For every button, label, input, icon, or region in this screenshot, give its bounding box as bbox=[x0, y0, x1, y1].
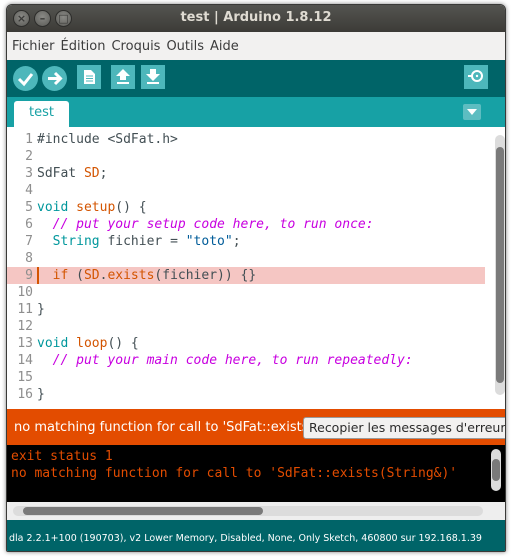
line-number: 14 bbox=[17, 353, 33, 368]
window-title: test | Arduino 1.8.12 bbox=[180, 10, 332, 25]
code-line[interactable]: 12 bbox=[7, 318, 485, 335]
verify-button[interactable] bbox=[13, 66, 38, 91]
tabs-bar: test bbox=[7, 97, 505, 127]
code-text: } bbox=[37, 387, 45, 402]
chevron-down-icon bbox=[467, 109, 477, 115]
code-line-error[interactable]: 9 if (SD.exists(fichier)) {} bbox=[7, 267, 485, 284]
code-text: #include <SdFat.h> bbox=[37, 132, 178, 147]
code-line[interactable]: 8 bbox=[7, 250, 485, 267]
code-line[interactable]: 13 void loop() { bbox=[7, 335, 485, 352]
new-sketch-button[interactable] bbox=[77, 65, 101, 89]
serial-monitor-icon bbox=[468, 70, 483, 82]
save-icon bbox=[146, 69, 160, 84]
code-text: if (SD.exists(fichier)) {} bbox=[52, 268, 257, 283]
console-vertical-scrollbar[interactable] bbox=[491, 449, 501, 491]
code-editor[interactable]: 1 #include <SdFat.h> 2 3 SdFat SD; 4 5 void set… bbox=[7, 127, 505, 409]
save-sketch-button[interactable] bbox=[141, 65, 165, 89]
code-text: String fichier = "toto"; bbox=[52, 234, 241, 249]
menu-fichier[interactable]: Fichier bbox=[12, 39, 55, 54]
code-text: SdFat SD; bbox=[37, 166, 108, 181]
line-number: 9 bbox=[25, 268, 33, 283]
line-number: 7 bbox=[25, 234, 33, 249]
code-line[interactable]: 10 bbox=[7, 284, 485, 301]
console-line: no matching function for call to 'SdFat:… bbox=[11, 466, 458, 481]
code-line[interactable]: 2 bbox=[7, 148, 485, 165]
code-text: } bbox=[37, 302, 45, 317]
line-number: 11 bbox=[17, 302, 33, 317]
tab-menu-button[interactable] bbox=[463, 104, 481, 120]
line-number: 12 bbox=[17, 319, 33, 334]
line-number: 10 bbox=[17, 285, 33, 300]
serial-monitor-button[interactable] bbox=[464, 65, 488, 89]
line-number: 6 bbox=[25, 217, 33, 232]
menu-edition[interactable]: Édition bbox=[61, 39, 106, 54]
board-status-text: dla 2.2.1+100 (190703), v2 Lower Memory,… bbox=[9, 533, 482, 544]
board-status-bar: dla 2.2.1+100 (190703), v2 Lower Memory,… bbox=[7, 520, 505, 551]
code-text: // put your main code here, to run repea… bbox=[52, 353, 413, 368]
upload-button[interactable] bbox=[42, 66, 67, 91]
error-message: no matching function for call to 'SdFat:… bbox=[14, 420, 304, 435]
open-icon bbox=[116, 69, 130, 84]
menu-croquis[interactable]: Croquis bbox=[111, 39, 160, 54]
line-number: 16 bbox=[17, 387, 33, 402]
editor-scroll-thumb[interactable] bbox=[496, 147, 504, 383]
console-output: exit status 1 no matching function for c… bbox=[7, 445, 505, 502]
code-line[interactable]: 4 bbox=[7, 182, 485, 199]
code-text: void setup() { bbox=[37, 200, 147, 215]
code-text: void loop() { bbox=[37, 336, 139, 351]
menu-bar: Fichier Édition Croquis Outils Aide bbox=[7, 32, 505, 60]
copy-error-messages-button[interactable]: Recopier les messages d'erreur bbox=[303, 417, 505, 439]
code-line[interactable]: 15 bbox=[7, 369, 485, 386]
toolbar bbox=[7, 60, 505, 97]
line-number: 5 bbox=[25, 200, 33, 215]
console-horizontal-scrollbar[interactable] bbox=[13, 506, 483, 516]
code-line[interactable]: 11} bbox=[7, 301, 485, 318]
console-scroll-thumb[interactable] bbox=[492, 459, 500, 481]
console-line: exit status 1 bbox=[11, 449, 113, 464]
line-number: 13 bbox=[17, 336, 33, 351]
arduino-window: × – □ test | Arduino 1.8.12 Fichier Édit… bbox=[6, 4, 506, 552]
upload-icon bbox=[48, 71, 63, 86]
error-status-bar: no matching function for call to 'SdFat:… bbox=[7, 409, 505, 445]
line-number: 15 bbox=[17, 370, 33, 385]
line-number: 3 bbox=[25, 166, 33, 181]
code-text: // put your setup code here, to run once… bbox=[52, 217, 374, 232]
line-number: 1 bbox=[25, 132, 33, 147]
editor-vertical-scrollbar[interactable] bbox=[495, 135, 505, 395]
line-number: 4 bbox=[25, 183, 33, 198]
code-line[interactable]: 7 String fichier = "toto"; bbox=[7, 233, 485, 250]
open-sketch-button[interactable] bbox=[111, 65, 135, 89]
title-bar: × – □ test | Arduino 1.8.12 bbox=[7, 5, 505, 32]
code-line[interactable]: 16} bbox=[7, 386, 485, 403]
menu-aide[interactable]: Aide bbox=[210, 39, 239, 54]
verify-icon bbox=[17, 73, 34, 87]
line-number: 8 bbox=[25, 251, 33, 266]
console-horizontal-scroll-area bbox=[7, 502, 505, 520]
code-line[interactable]: 6 // put your setup code here, to run on… bbox=[7, 216, 485, 233]
new-icon bbox=[84, 70, 95, 84]
console-horizontal-scroll-thumb[interactable] bbox=[23, 507, 263, 515]
code-line[interactable]: 1 #include <SdFat.h> bbox=[7, 131, 485, 148]
code-line[interactable]: 14 // put your main code here, to run re… bbox=[7, 352, 485, 369]
code-line[interactable]: 3 SdFat SD; bbox=[7, 165, 485, 182]
tab-test[interactable]: test bbox=[14, 101, 69, 127]
menu-outils[interactable]: Outils bbox=[166, 39, 204, 54]
code-line[interactable]: 5 void setup() { bbox=[7, 199, 485, 216]
line-number: 2 bbox=[25, 149, 33, 164]
